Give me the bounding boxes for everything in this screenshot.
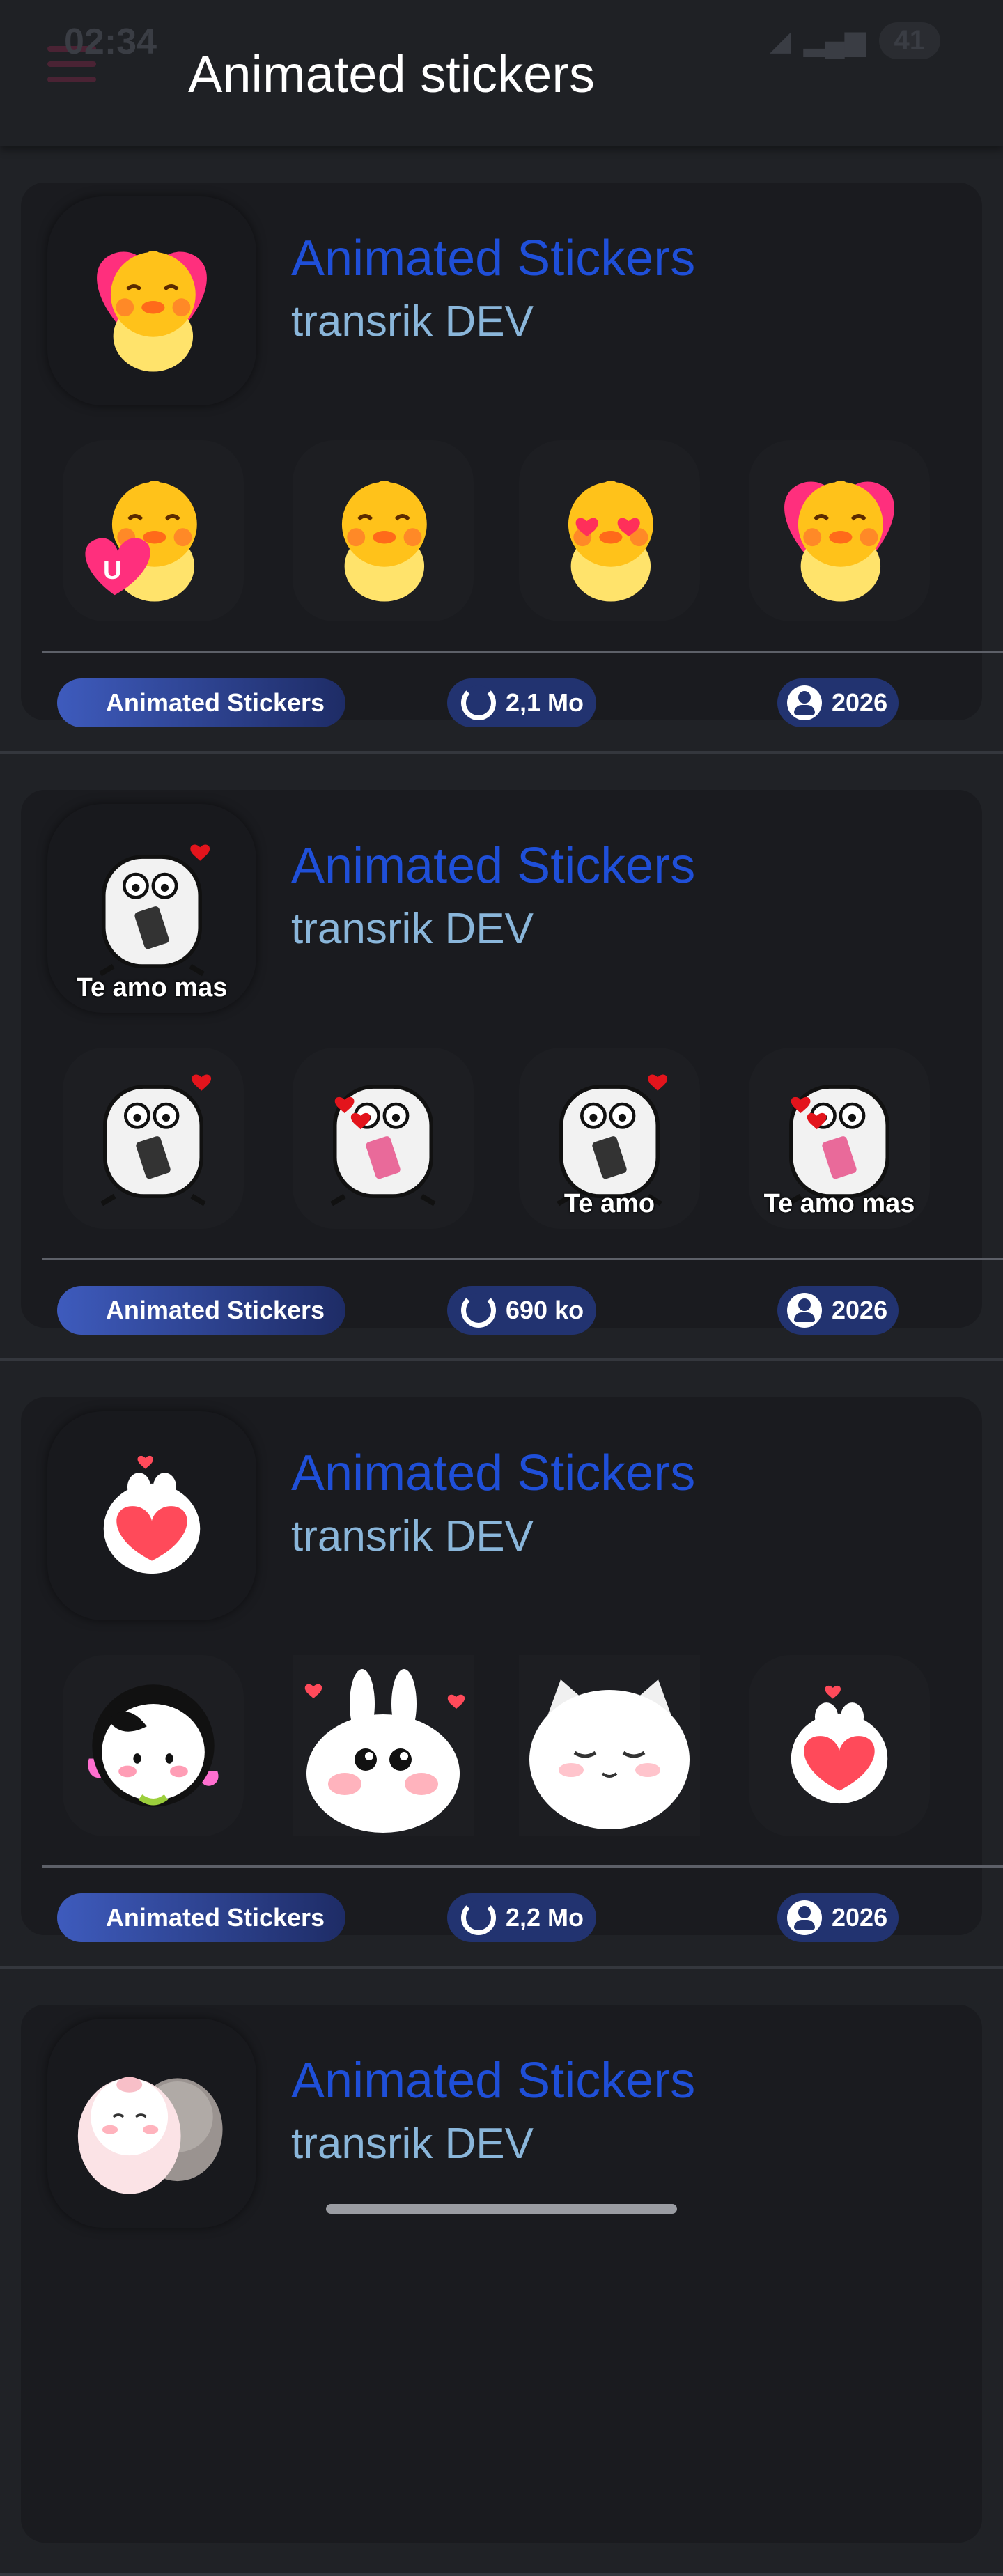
pack-author: transrik DEV bbox=[291, 297, 534, 346]
pack-cover-image: Te amo mas bbox=[47, 804, 256, 1013]
sticker-pack-card[interactable]: Te amo mas Animated Stickers transrik DE… bbox=[21, 790, 1003, 1335]
pack-size: 2,2 Mo bbox=[506, 1903, 584, 1932]
sticker-pack-item[interactable]: Te amo mas Animated Stickers transrik DE… bbox=[0, 754, 1003, 1361]
size-icon bbox=[461, 685, 496, 720]
size-icon bbox=[461, 1900, 496, 1935]
sticker-preview[interactable] bbox=[293, 440, 474, 621]
sticker-preview[interactable] bbox=[63, 1655, 244, 1836]
user-icon bbox=[787, 1900, 822, 1935]
user-icon bbox=[787, 685, 822, 720]
pack-name-chip[interactable]: Animated Stickers bbox=[57, 1286, 345, 1335]
pack-size: 690 ko bbox=[506, 1296, 584, 1324]
sticker-previews: U bbox=[63, 440, 930, 621]
sticker-pack-card[interactable]: Animated Stickers transrik DEV bbox=[21, 2005, 982, 2543]
pack-year-chip: 2026 bbox=[777, 1893, 899, 1942]
pack-cover-image bbox=[47, 196, 256, 405]
divider bbox=[42, 651, 1003, 653]
pack-name-chip[interactable]: Animated Stickers bbox=[57, 678, 345, 727]
sticker-pack-card[interactable]: Animated Stickers transrik DEV bbox=[21, 1397, 1003, 1942]
pack-title: Animated Stickers bbox=[291, 1445, 696, 1501]
sticker-caption: Te amo mas bbox=[76, 973, 228, 1002]
pack-year: 2026 bbox=[832, 688, 888, 717]
pack-year-chip: 2026 bbox=[777, 1286, 899, 1335]
sticker-preview[interactable] bbox=[749, 1655, 930, 1836]
sticker-previews bbox=[63, 1655, 930, 1836]
divider bbox=[42, 1865, 1003, 1868]
wifi-icon: ◢ bbox=[769, 25, 791, 56]
sticker-preview[interactable] bbox=[519, 1655, 700, 1836]
pack-size-chip: 2,1 Mo bbox=[447, 678, 596, 727]
sticker-preview[interactable]: U bbox=[63, 440, 244, 621]
divider bbox=[42, 1258, 1003, 1260]
signal-icon: ▂▄▆ bbox=[803, 25, 866, 56]
sticker-preview[interactable] bbox=[293, 1655, 474, 1836]
pack-year-chip: 2026 bbox=[777, 678, 899, 727]
user-icon bbox=[787, 1293, 822, 1328]
gesture-handle bbox=[326, 2204, 677, 2214]
sticker-preview[interactable] bbox=[63, 1048, 244, 1229]
pack-author: transrik DEV bbox=[291, 1512, 534, 1560]
sticker-preview[interactable] bbox=[749, 440, 930, 621]
pack-author: transrik DEV bbox=[291, 2120, 534, 2168]
pack-cover-image bbox=[47, 1411, 256, 1620]
status-time: 02:34 bbox=[64, 22, 157, 62]
size-icon bbox=[461, 1293, 496, 1328]
page-title: Animated stickers bbox=[188, 45, 595, 103]
pack-size-chip: 690 ko bbox=[447, 1286, 596, 1335]
pack-size-chip: 2,2 Mo bbox=[447, 1893, 596, 1942]
status-icons: ◢ ▂▄▆ 41 bbox=[770, 22, 940, 59]
sticker-pack-item[interactable]: Animated Stickers transrik DEV U Animate… bbox=[0, 146, 1003, 754]
pack-title: Animated Stickers bbox=[291, 231, 696, 286]
sticker-previews: Te amo Te amo mas bbox=[63, 1048, 930, 1229]
pack-name-chip[interactable]: Animated Stickers bbox=[57, 1893, 345, 1942]
sticker-preview[interactable] bbox=[519, 440, 700, 621]
pack-year: 2026 bbox=[832, 1296, 888, 1324]
sticker-preview[interactable]: Te amo mas bbox=[749, 1048, 930, 1229]
pack-title: Animated Stickers bbox=[291, 2053, 696, 2109]
sticker-pack-card[interactable]: Animated Stickers transrik DEV U Animate… bbox=[21, 183, 1003, 727]
pack-author: transrik DEV bbox=[291, 905, 534, 953]
sticker-preview[interactable]: Te amo bbox=[519, 1048, 700, 1229]
battery-indicator: 41 bbox=[878, 22, 940, 59]
sticker-pack-item[interactable]: Animated Stickers transrik DEV bbox=[0, 1361, 1003, 1969]
pack-size: 2,1 Mo bbox=[506, 688, 584, 717]
pack-cover-image bbox=[47, 2019, 256, 2228]
sticker-caption: Te amo mas bbox=[763, 1189, 915, 1218]
sticker-caption: Te amo bbox=[563, 1189, 655, 1218]
pack-year: 2026 bbox=[832, 1903, 888, 1932]
pack-title: Animated Stickers bbox=[291, 838, 696, 894]
app-bar: Animated stickers 02:34 ◢ ▂▄▆ 41 bbox=[0, 0, 1003, 146]
sticker-preview[interactable] bbox=[293, 1048, 474, 1229]
svg-text:U: U bbox=[103, 556, 122, 584]
sticker-pack-item[interactable]: Animated Stickers transrik DEV bbox=[0, 1969, 1003, 2576]
